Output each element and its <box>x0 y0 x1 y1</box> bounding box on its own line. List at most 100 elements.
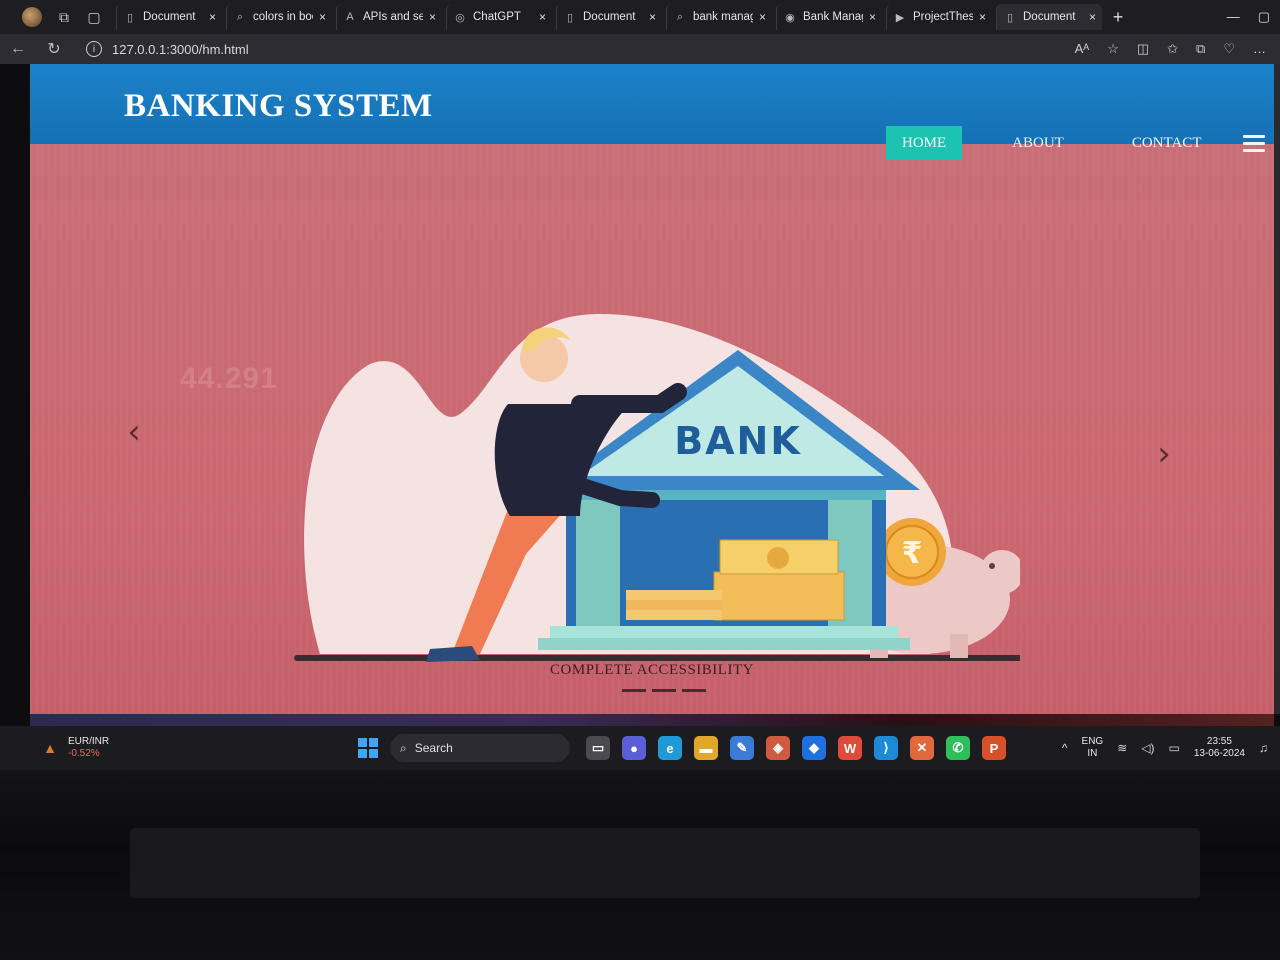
vscode-icon[interactable]: ⟩ <box>874 736 898 760</box>
site-brand-title[interactable]: BANKING SYSTEM <box>124 88 433 125</box>
browser-tab[interactable]: ⌕ bank manag × <box>666 4 772 30</box>
notification-bell-icon[interactable]: ♫ <box>1259 741 1268 755</box>
browser-tab[interactable]: ▶ ProjectThes × <box>886 4 992 30</box>
tab-close-icon[interactable]: × <box>759 10 766 24</box>
language-line2: IN <box>1087 748 1098 759</box>
favorite-star-icon[interactable]: ☆ <box>1107 41 1119 57</box>
carousel-prev-arrow[interactable]: ‹ <box>114 412 154 452</box>
info-icon[interactable]: i <box>86 41 102 57</box>
new-tab-button[interactable]: + <box>1106 7 1130 28</box>
page-icon: ▯ <box>1006 11 1014 24</box>
browser-tab[interactable]: ▯ Document × <box>116 4 222 30</box>
url-text[interactable]: 127.0.0.1:3000/hm.html <box>112 42 249 57</box>
browser-tab[interactable]: ⌕ colors in boo × <box>226 4 332 30</box>
background-ticker-number: 44.291 <box>180 362 278 395</box>
carousel-indicator-2[interactable] <box>652 689 676 692</box>
tab-label: APIs and ser <box>363 11 423 23</box>
profile-avatar[interactable] <box>22 7 42 27</box>
carousel-indicator-3[interactable] <box>682 689 706 692</box>
bottom-edge-strip <box>30 714 1274 726</box>
meet-icon[interactable]: ● <box>622 736 646 760</box>
tab-actions-icon[interactable]: ▢ <box>86 9 102 25</box>
language-indicator[interactable]: ENG IN <box>1082 736 1104 760</box>
hamburger-menu-icon[interactable] <box>1243 134 1266 152</box>
nav-link-contact[interactable]: CONTACT <box>1098 126 1236 160</box>
ground-line <box>294 655 1020 661</box>
nav-link-home[interactable]: HOME <box>886 126 963 160</box>
chevron-up-icon[interactable]: ^ <box>1062 741 1068 755</box>
browser-tab-bar: ⧉ ▢ ▯ Document × ⌕ colors in boo × A APIs and s… <box>0 0 1280 34</box>
browser-tab[interactable]: A APIs and ser × <box>336 4 442 30</box>
tab-label: Bank Manag <box>803 11 863 23</box>
search-icon: ⌕ <box>400 740 407 755</box>
maximize-icon[interactable]: ▢ <box>1258 9 1270 25</box>
taskbar-search[interactable]: ⌕ Search <box>390 734 570 762</box>
tab-close-icon[interactable]: × <box>869 10 876 24</box>
page-icon: ▯ <box>126 11 134 24</box>
split-screen-icon[interactable]: ◫ <box>1137 41 1149 57</box>
browser-tab[interactable]: ◉ Bank Manag × <box>776 4 882 30</box>
browser-tab[interactable]: ▯ Document × <box>556 4 662 30</box>
volume-icon[interactable]: ◁) <box>1141 741 1154 755</box>
dropbox-icon[interactable]: ◆ <box>802 736 826 760</box>
address-bar-row: ← ↻ i 127.0.0.1:3000/hm.html Aᴬ ☆ ◫ ✩ ⧉ … <box>0 34 1280 64</box>
battery-icon[interactable]: ▭ <box>1169 741 1180 755</box>
tab-close-icon[interactable]: × <box>429 10 436 24</box>
language-line1: ENG <box>1081 736 1104 747</box>
carousel-indicator-1[interactable] <box>622 689 646 692</box>
tab-label: Document <box>1023 11 1076 23</box>
svg-text:₹: ₹ <box>902 536 923 571</box>
collections-icon[interactable]: ⧉ <box>1196 41 1205 57</box>
tab-label: ChatGPT <box>473 11 521 23</box>
tab-label: colors in boo <box>253 11 313 23</box>
currency-widget[interactable]: ▲ EUR/INR -0.52% <box>40 736 340 760</box>
file-explorer-icon[interactable]: ▬ <box>694 736 718 760</box>
more-menu-icon[interactable]: … <box>1253 41 1266 57</box>
windows-taskbar: ▲ EUR/INR -0.52% ⌕ Search ▭ ● e ▬ ✎ ◈ ◆ … <box>0 726 1280 770</box>
wps-office-icon[interactable]: W <box>838 736 862 760</box>
taskbar-search-label: Search <box>414 741 453 755</box>
carousel-indicators <box>622 689 706 692</box>
hero-carousel: 44.291 ₹ BANK ‹ › COMPLETE ACCESSIBILITY <box>30 144 1274 714</box>
read-aloud-icon[interactable]: Aᴬ <box>1075 41 1090 57</box>
store-icon[interactable]: ◈ <box>766 736 790 760</box>
windows-start-icon[interactable] <box>358 738 378 758</box>
tab-label: bank manag <box>693 11 753 23</box>
chatgpt-icon: ◎ <box>455 11 465 24</box>
minimize-icon[interactable]: — <box>1227 9 1240 25</box>
nav-link-about[interactable]: ABOUT <box>978 126 1098 160</box>
tab-close-icon[interactable]: × <box>209 10 216 24</box>
tab-strip: ▯ Document × ⌕ colors in boo × A APIs and ser × ◎… <box>116 4 1106 30</box>
whatsapp-icon[interactable]: ✆ <box>946 736 970 760</box>
edge-icon[interactable]: e <box>658 736 682 760</box>
wifi-icon[interactable]: ≋ <box>1117 741 1127 755</box>
tab-close-icon[interactable]: × <box>1089 10 1096 24</box>
carousel-caption: COMPLETE ACCESSIBILITY <box>550 662 754 678</box>
tab-close-icon[interactable]: × <box>319 10 326 24</box>
refresh-icon[interactable]: ↻ <box>36 39 72 59</box>
back-arrow-icon[interactable]: ← <box>0 40 36 58</box>
bank-illustration: ₹ BANK <box>294 314 1020 662</box>
workspaces-icon[interactable]: ⧉ <box>56 9 72 25</box>
search-icon: ⌕ <box>236 10 244 23</box>
github-icon: ◉ <box>785 11 795 24</box>
search-icon: ⌕ <box>676 10 684 23</box>
widget-title: EUR/INR <box>68 736 110 747</box>
browser-tab[interactable]: ◎ ChatGPT × <box>446 4 552 30</box>
url-field[interactable]: i 127.0.0.1:3000/hm.html <box>86 41 966 57</box>
favorites-icon[interactable]: ✩ <box>1167 41 1178 57</box>
clock[interactable]: 23:55 13-06-2024 <box>1194 736 1245 760</box>
api-icon: A <box>346 11 354 23</box>
xampp-icon[interactable]: ✕ <box>910 736 934 760</box>
powerpoint-icon[interactable]: P <box>982 736 1006 760</box>
copilot-icon[interactable]: ♡ <box>1223 41 1235 57</box>
tab-close-icon[interactable]: × <box>649 10 656 24</box>
tab-close-icon[interactable]: × <box>979 10 986 24</box>
editor-icon[interactable]: ✎ <box>730 736 754 760</box>
browser-tab[interactable]: ▯ Document × <box>996 4 1102 30</box>
carousel-next-arrow[interactable]: › <box>1144 434 1184 474</box>
task-view-icon[interactable]: ▭ <box>586 736 610 760</box>
page-scrollbar[interactable] <box>1274 64 1280 714</box>
tab-close-icon[interactable]: × <box>539 10 546 24</box>
tab-label: Document <box>583 11 636 23</box>
